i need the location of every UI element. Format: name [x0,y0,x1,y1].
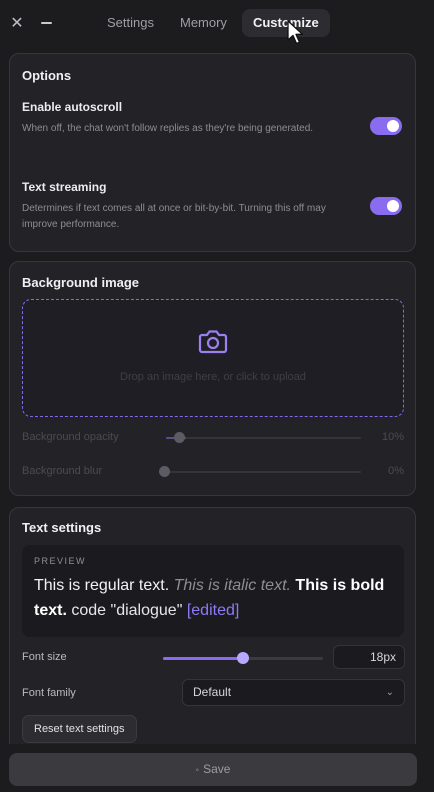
font-size-fill [163,657,243,660]
toggle-knob [387,200,399,212]
options-card: Options Enable autoscroll When off, the … [9,53,416,252]
close-icon[interactable]: ✕ [7,13,27,33]
text-preview: PREVIEW This is regular text. This is it… [22,545,404,637]
preview-edited: [edited] [186,602,240,619]
preview-italic: This is italic text. [173,577,291,594]
font-size-label: Font size [22,651,67,663]
font-size-input[interactable]: 18px [333,645,405,669]
streaming-description: Determines if text comes all at once or … [22,203,326,230]
dropzone-text: Drop an image here, or click to upload [120,371,306,383]
background-title: Background image [22,275,140,290]
minimize-icon[interactable] [36,13,56,33]
preview-regular: This is regular text. [34,577,170,594]
preview-dialogue: "dialogue" [110,602,183,619]
blur-label: Background blur [22,465,103,477]
text-settings-title: Text settings [22,520,102,535]
autoscroll-title: Enable autoscroll [22,100,123,114]
toggle-knob [387,120,399,132]
tab-settings[interactable]: Settings [96,9,165,37]
options-title: Options [22,68,72,83]
font-family-label: Font family [22,687,76,699]
font-family-value: Default [193,685,232,699]
autoscroll-description: When off, the chat won't follow replies … [22,123,314,134]
background-card: Background image Drop an image here, or … [9,261,416,496]
top-bar: ✕ Settings Memory Customize [0,0,434,46]
blur-track[interactable] [166,471,361,473]
blur-value: 0% [388,465,404,477]
tab-memory[interactable]: Memory [169,9,238,37]
opacity-track[interactable] [166,437,361,439]
mouse-cursor-icon [287,20,304,45]
camera-icon [198,330,228,354]
save-icon: ◦ [195,765,200,776]
blur-slider-row: Background blur 0% [22,462,404,482]
opacity-value: 10% [381,431,404,443]
text-settings-card: Text settings PREVIEW This is regular te… [9,507,416,744]
preview-text: This is regular text. This is italic tex… [34,573,394,623]
opacity-slider-knob[interactable] [174,432,185,443]
font-family-select[interactable]: Default ⌄ [182,679,405,706]
preview-label: PREVIEW [34,556,87,566]
opacity-label: Background opacity [22,431,119,443]
autoscroll-toggle[interactable] [370,117,402,135]
opacity-slider-row: Background opacity 10% [22,428,404,448]
chevron-down-icon: ⌄ [385,687,394,698]
settings-scroll-area[interactable]: Options Enable autoscroll When off, the … [0,48,434,744]
image-dropzone[interactable]: Drop an image here, or click to upload [22,299,404,417]
streaming-title: Text streaming [22,180,107,194]
preview-code: code [71,602,107,619]
blur-slider-knob[interactable] [159,466,170,477]
save-label: Save [203,762,231,776]
streaming-toggle[interactable] [370,197,402,215]
reset-text-settings-button[interactable]: Reset text settings [22,715,137,743]
save-button[interactable]: ◦ Save [9,753,417,786]
font-size-knob[interactable] [237,652,249,664]
